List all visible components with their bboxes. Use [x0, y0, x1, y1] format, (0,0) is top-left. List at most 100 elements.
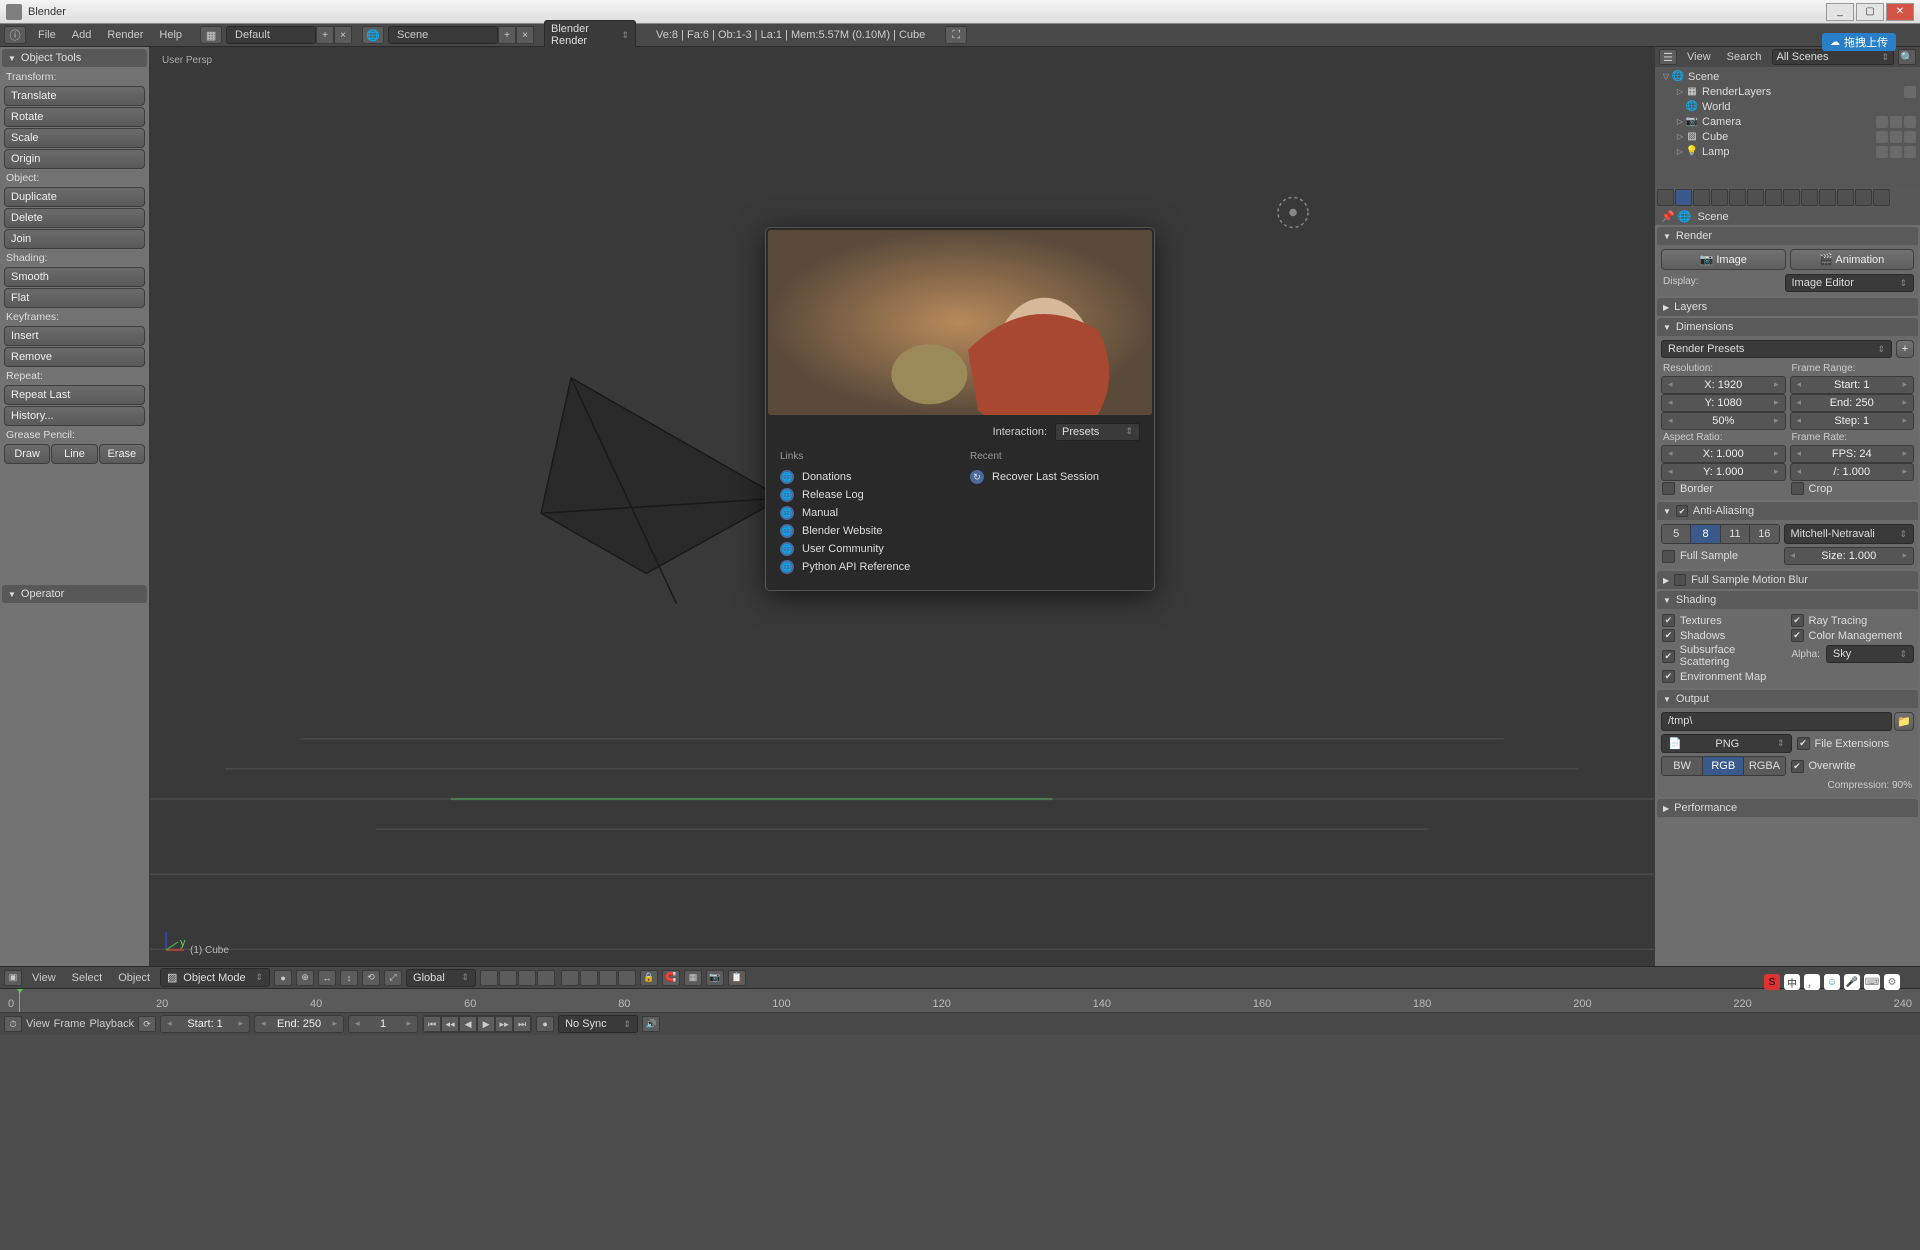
fps-field[interactable]: FPS: 24	[1790, 445, 1915, 463]
overwrite-checkbox[interactable]: ✔Overwrite	[1790, 756, 1915, 776]
duplicate-button[interactable]: Duplicate	[4, 187, 145, 207]
outliner-item[interactable]: ▷💡Lamp	[1657, 144, 1918, 159]
tl-current-field[interactable]: 1	[348, 1015, 418, 1033]
output-browse-button[interactable]: 📁	[1894, 712, 1914, 731]
shading-panel-header[interactable]: Shading	[1657, 591, 1918, 609]
outliner-view-menu[interactable]: View	[1681, 51, 1717, 63]
menu-file[interactable]: File	[30, 29, 64, 41]
scene-browse-icon[interactable]: 🌐	[362, 26, 384, 44]
menu-help[interactable]: Help	[151, 29, 190, 41]
scene-del-button[interactable]: ×	[516, 26, 534, 44]
flat-button[interactable]: Flat	[4, 288, 145, 308]
insert-keyframe-button[interactable]: Insert	[4, 326, 145, 346]
raytrace-checkbox[interactable]: ✔Ray Tracing	[1790, 613, 1915, 628]
frame-step-field[interactable]: Step: 1	[1790, 412, 1915, 430]
outliner-search-menu[interactable]: Search	[1721, 51, 1768, 63]
splash-recent-link[interactable]: ↻Recover Last Session	[970, 468, 1140, 486]
gp-draw-button[interactable]: Draw	[4, 444, 50, 464]
aa-filter-dropdown[interactable]: Mitchell-Netravali	[1784, 524, 1915, 544]
timeline-canvas[interactable]: 020406080100120140160180200220240	[0, 989, 1920, 1013]
screen-add-button[interactable]: +	[316, 26, 334, 44]
gp-erase-button[interactable]: Erase	[99, 444, 145, 464]
ime-lang-button[interactable]: 中	[1784, 974, 1800, 990]
tab-scene[interactable]	[1675, 189, 1692, 206]
tab-render[interactable]	[1657, 189, 1674, 206]
tab-extra2[interactable]	[1873, 189, 1890, 206]
outliner-editor-icon[interactable]: ☰	[1659, 49, 1677, 65]
delete-button[interactable]: Delete	[4, 208, 145, 228]
scale-button[interactable]: Scale	[4, 128, 145, 148]
fps-base-field[interactable]: /: 1.000	[1790, 463, 1915, 481]
fullscreen-icon[interactable]: ⛶	[945, 26, 967, 44]
close-button[interactable]: ✕	[1886, 3, 1914, 21]
timeline-editor-icon[interactable]: ⏱	[4, 1016, 22, 1032]
gp-line-button[interactable]: Line	[51, 444, 97, 464]
tab-extra1[interactable]	[1855, 189, 1872, 206]
colormgmt-checkbox[interactable]: ✔Color Management	[1790, 628, 1915, 643]
tab-data[interactable]	[1765, 189, 1782, 206]
outliner-tree[interactable]: ▽🌐Scene▷▦RenderLayers🌐World▷📷Camera▷▨Cub…	[1655, 67, 1920, 187]
res-x-field[interactable]: X: 1920	[1661, 376, 1786, 394]
object-tools-header[interactable]: Object Tools	[2, 49, 147, 67]
view3d-editor-icon[interactable]: ▣	[4, 970, 22, 986]
tab-physics[interactable]	[1837, 189, 1854, 206]
render-animation-button[interactable]: 🎬 Animation	[1790, 249, 1915, 270]
alpha-dropdown[interactable]: Sky	[1826, 645, 1914, 663]
ime-voice-icon[interactable]: 🎤	[1844, 974, 1860, 990]
color-mode-toggle[interactable]: BW RGB RGBA	[1661, 756, 1786, 776]
operator-panel-header[interactable]: Operator	[2, 585, 147, 603]
subsurf-checkbox[interactable]: ✔Subsurface Scattering	[1661, 643, 1786, 669]
maximize-button[interactable]: ▢	[1856, 3, 1884, 21]
ime-punct-icon[interactable]: ，	[1804, 974, 1820, 990]
outliner-filter-dropdown[interactable]: All Scenes	[1772, 49, 1894, 65]
minimize-button[interactable]: _	[1826, 3, 1854, 21]
frame-start-field[interactable]: Start: 1	[1790, 376, 1915, 394]
ime-settings-icon[interactable]: ⚙	[1884, 974, 1900, 990]
aspect-x-field[interactable]: X: 1.000	[1661, 445, 1786, 463]
tl-start-field[interactable]: Start: 1	[160, 1015, 250, 1033]
view3d-select-menu[interactable]: Select	[66, 972, 109, 984]
repeat-last-button[interactable]: Repeat Last	[4, 385, 145, 405]
layers-panel-header[interactable]: Layers	[1657, 298, 1918, 316]
render-image-button[interactable]: 📷 Image	[1661, 249, 1786, 270]
scene-field[interactable]: Scene	[388, 26, 498, 44]
output-path-field[interactable]: /tmp\	[1661, 712, 1892, 731]
performance-panel-header[interactable]: Performance	[1657, 799, 1918, 817]
outliner-item[interactable]: ▷📷Camera	[1657, 114, 1918, 129]
ime-toolbar[interactable]: S 中 ， ☺ 🎤 ⌨ ⚙	[1764, 974, 1900, 990]
outliner-search-icon[interactable]: 🔍	[1898, 49, 1916, 65]
aa-samples-toggle[interactable]: 5 8 11 16	[1661, 524, 1780, 544]
tab-constraints[interactable]	[1729, 189, 1746, 206]
tab-material[interactable]	[1783, 189, 1800, 206]
join-button[interactable]: Join	[4, 229, 145, 249]
render-presets-add-button[interactable]: +	[1896, 340, 1914, 358]
tl-end-field[interactable]: End: 250	[254, 1015, 344, 1033]
translate-button[interactable]: Translate	[4, 86, 145, 106]
display-dropdown[interactable]: Image Editor	[1785, 274, 1915, 292]
tl-frame-menu[interactable]: Frame	[54, 1018, 86, 1030]
screen-browse-icon[interactable]: ▦	[200, 26, 222, 44]
aa-panel-header[interactable]: ✔Anti-Aliasing	[1657, 502, 1918, 520]
border-checkbox[interactable]: Border	[1661, 481, 1786, 496]
editor-type-icon[interactable]: ⓘ	[4, 26, 26, 44]
tab-texture[interactable]	[1801, 189, 1818, 206]
smooth-button[interactable]: Smooth	[4, 267, 145, 287]
outliner-item[interactable]: ▽🌐Scene	[1657, 69, 1918, 84]
render-engine-dropdown[interactable]: Blender Render	[544, 20, 636, 50]
splash-link[interactable]: 🌐Donations	[780, 468, 950, 486]
ime-logo-icon[interactable]: S	[1764, 974, 1780, 990]
tab-world[interactable]	[1693, 189, 1710, 206]
splash-link[interactable]: 🌐Blender Website	[780, 522, 950, 540]
remove-keyframe-button[interactable]: Remove	[4, 347, 145, 367]
tl-view-menu[interactable]: View	[26, 1018, 50, 1030]
rotate-button[interactable]: Rotate	[4, 107, 145, 127]
full-sample-checkbox[interactable]: Full Sample	[1661, 547, 1780, 565]
format-dropdown[interactable]: 📄 PNG	[1661, 734, 1792, 753]
tab-particles[interactable]	[1819, 189, 1836, 206]
render-panel-header[interactable]: Render	[1657, 227, 1918, 245]
origin-button[interactable]: Origin	[4, 149, 145, 169]
splash-link[interactable]: 🌐Manual	[780, 504, 950, 522]
render-presets-dropdown[interactable]: Render Presets	[1661, 340, 1892, 358]
motionblur-panel-header[interactable]: Full Sample Motion Blur	[1657, 571, 1918, 589]
outliner-item[interactable]: ▷▦RenderLayers	[1657, 84, 1918, 99]
